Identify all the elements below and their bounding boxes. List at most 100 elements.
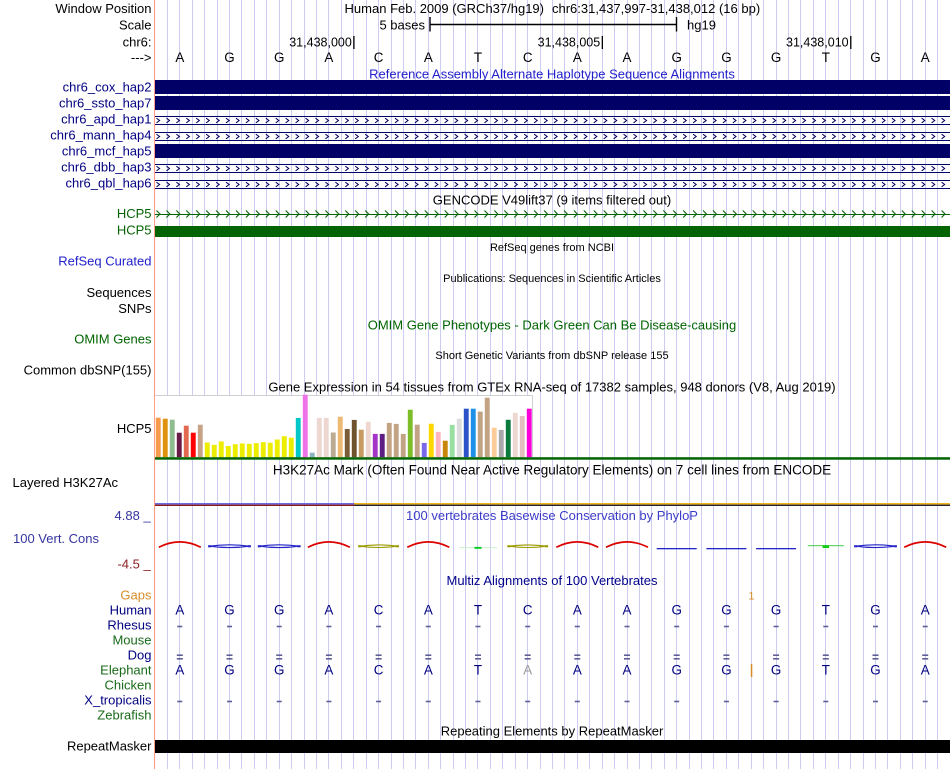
svg-text:A: A [623,50,632,65]
svg-text:G: G [721,50,731,65]
svg-text:A: A [324,50,333,65]
svg-text:A: A [573,603,582,618]
svg-text:Zebrafish: Zebrafish [97,708,151,723]
svg-text:G: G [771,663,781,678]
svg-text:A: A [324,663,333,678]
svg-text:G: G [274,50,284,65]
svg-text:chr6:: chr6: [123,35,152,50]
svg-text:5 bases: 5 bases [379,18,425,33]
svg-text:A: A [523,663,532,678]
svg-text:Window Position: Window Position [55,1,151,16]
svg-text:RefSeq genes from NCBI: RefSeq genes from NCBI [490,242,614,254]
svg-text:T: T [822,50,830,65]
svg-text:A: A [175,603,184,618]
svg-text:T: T [474,663,482,678]
svg-text:Chicken: Chicken [105,678,152,693]
svg-text:Gene Expression in 54 tissues: Gene Expression in 54 tissues from GTEx … [268,380,835,395]
svg-text:OMIM Gene Phenotypes - Dark Gr: OMIM Gene Phenotypes - Dark Green Can Be… [368,318,737,333]
svg-text:1: 1 [748,591,754,603]
svg-text:Mouse: Mouse [112,633,151,648]
svg-text:chr6_mann_hap4: chr6_mann_hap4 [50,128,151,143]
svg-text:31,438,000: 31,438,000 [289,36,352,50]
svg-text:C: C [374,663,384,678]
svg-text:A: A [921,50,930,65]
svg-text:Multiz Alignments of 100 Verte: Multiz Alignments of 100 Vertebrates [446,573,658,588]
svg-text:A: A [623,603,632,618]
svg-text:G: G [771,603,781,618]
svg-text:Reference Assembly Alternate H: Reference Assembly Alternate Haplotype S… [369,67,735,82]
svg-text:G: G [721,663,731,678]
svg-text:A: A [573,50,582,65]
svg-text:H3K27Ac Mark (Often Found Near: H3K27Ac Mark (Often Found Near Active Re… [273,463,831,478]
svg-text:T: T [822,603,830,618]
svg-text:Layered H3K27Ac: Layered H3K27Ac [13,475,119,490]
svg-text:RefSeq Curated: RefSeq Curated [58,254,151,269]
svg-text:GENCODE V49lift37 (9 items fil: GENCODE V49lift37 (9 items filtered out) [433,193,671,208]
svg-text:chr6_mcf_hap5: chr6_mcf_hap5 [62,144,152,159]
svg-text:C: C [374,50,384,65]
svg-text:Elephant: Elephant [100,663,152,678]
svg-text:T: T [822,663,830,678]
svg-text:G: G [274,603,284,618]
svg-text:Dog: Dog [128,648,152,663]
svg-text:Short Genetic Variants from db: Short Genetic Variants from dbSNP releas… [435,350,668,362]
svg-text:G: G [224,603,234,618]
svg-text:chr6_ssto_hap7: chr6_ssto_hap7 [59,96,152,111]
svg-text:SNPs: SNPs [118,301,152,316]
svg-text:G: G [671,50,681,65]
svg-text:T: T [474,603,482,618]
svg-text:T: T [474,50,482,65]
svg-text:C: C [523,603,533,618]
svg-text:Sequences: Sequences [86,285,152,300]
svg-text:chr6_apd_hap1: chr6_apd_hap1 [61,112,151,127]
svg-text:HCP5: HCP5 [117,206,152,221]
svg-text:G: G [870,663,880,678]
svg-text:G: G [870,603,880,618]
svg-text:A: A [424,663,433,678]
svg-text:A: A [921,663,930,678]
svg-text:-4.5 _: -4.5 _ [117,557,151,572]
svg-text:4.88 _: 4.88 _ [115,508,152,523]
svg-text:G: G [671,663,681,678]
svg-text:A: A [573,663,582,678]
svg-text:HCP5: HCP5 [117,421,152,436]
svg-text:A: A [324,603,333,618]
svg-text:A: A [623,663,632,678]
svg-text:X_tropicalis: X_tropicalis [84,693,152,708]
svg-text:G: G [224,663,234,678]
svg-text:Scale: Scale [119,18,152,33]
svg-text:G: G [721,603,731,618]
svg-text:A: A [175,50,184,65]
svg-text:A: A [424,603,433,618]
svg-text:A: A [175,663,184,678]
svg-text:100 vertebrates Basewise Conse: 100 vertebrates Basewise Conservation by… [406,508,698,523]
svg-text:Publications: Sequences in Sci: Publications: Sequences in Scientific Ar… [443,273,661,285]
svg-text:hg19: hg19 [687,18,716,33]
svg-text:chr6_dbb_hap3: chr6_dbb_hap3 [61,160,151,175]
svg-text:100 Vert. Cons: 100 Vert. Cons [13,531,99,546]
svg-text:Human: Human [110,603,152,618]
svg-text:Gaps: Gaps [120,588,152,603]
svg-text:HCP5: HCP5 [117,223,152,238]
svg-text:C: C [523,50,533,65]
svg-text:OMIM Genes: OMIM Genes [74,332,152,347]
svg-text:31,438,005: 31,438,005 [538,36,601,50]
svg-text:G: G [224,50,234,65]
svg-text:Repeating Elements by RepeatMa: Repeating Elements by RepeatMasker [441,724,664,739]
svg-text:RepeatMasker: RepeatMasker [67,739,152,754]
svg-text:G: G [870,50,880,65]
svg-text:--->: ---> [131,50,152,65]
svg-text:A: A [921,603,930,618]
svg-text:chr6_qbl_hap6: chr6_qbl_hap6 [65,176,151,191]
svg-text:C: C [374,603,384,618]
svg-text:31,438,010: 31,438,010 [786,36,849,50]
svg-text:chr6:31,437,997-31,438,012 (16: chr6:31,437,997-31,438,012 (16 bp) [552,1,760,16]
svg-text:G: G [274,663,284,678]
svg-text:G: G [771,50,781,65]
svg-text:Rhesus: Rhesus [107,618,152,633]
svg-text:A: A [424,50,433,65]
svg-text:chr6_cox_hap2: chr6_cox_hap2 [63,80,152,95]
svg-text:Human Feb. 2009 (GRCh37/hg19): Human Feb. 2009 (GRCh37/hg19) [345,1,544,16]
svg-text:G: G [671,603,681,618]
svg-text:Common dbSNP(155): Common dbSNP(155) [24,363,152,378]
